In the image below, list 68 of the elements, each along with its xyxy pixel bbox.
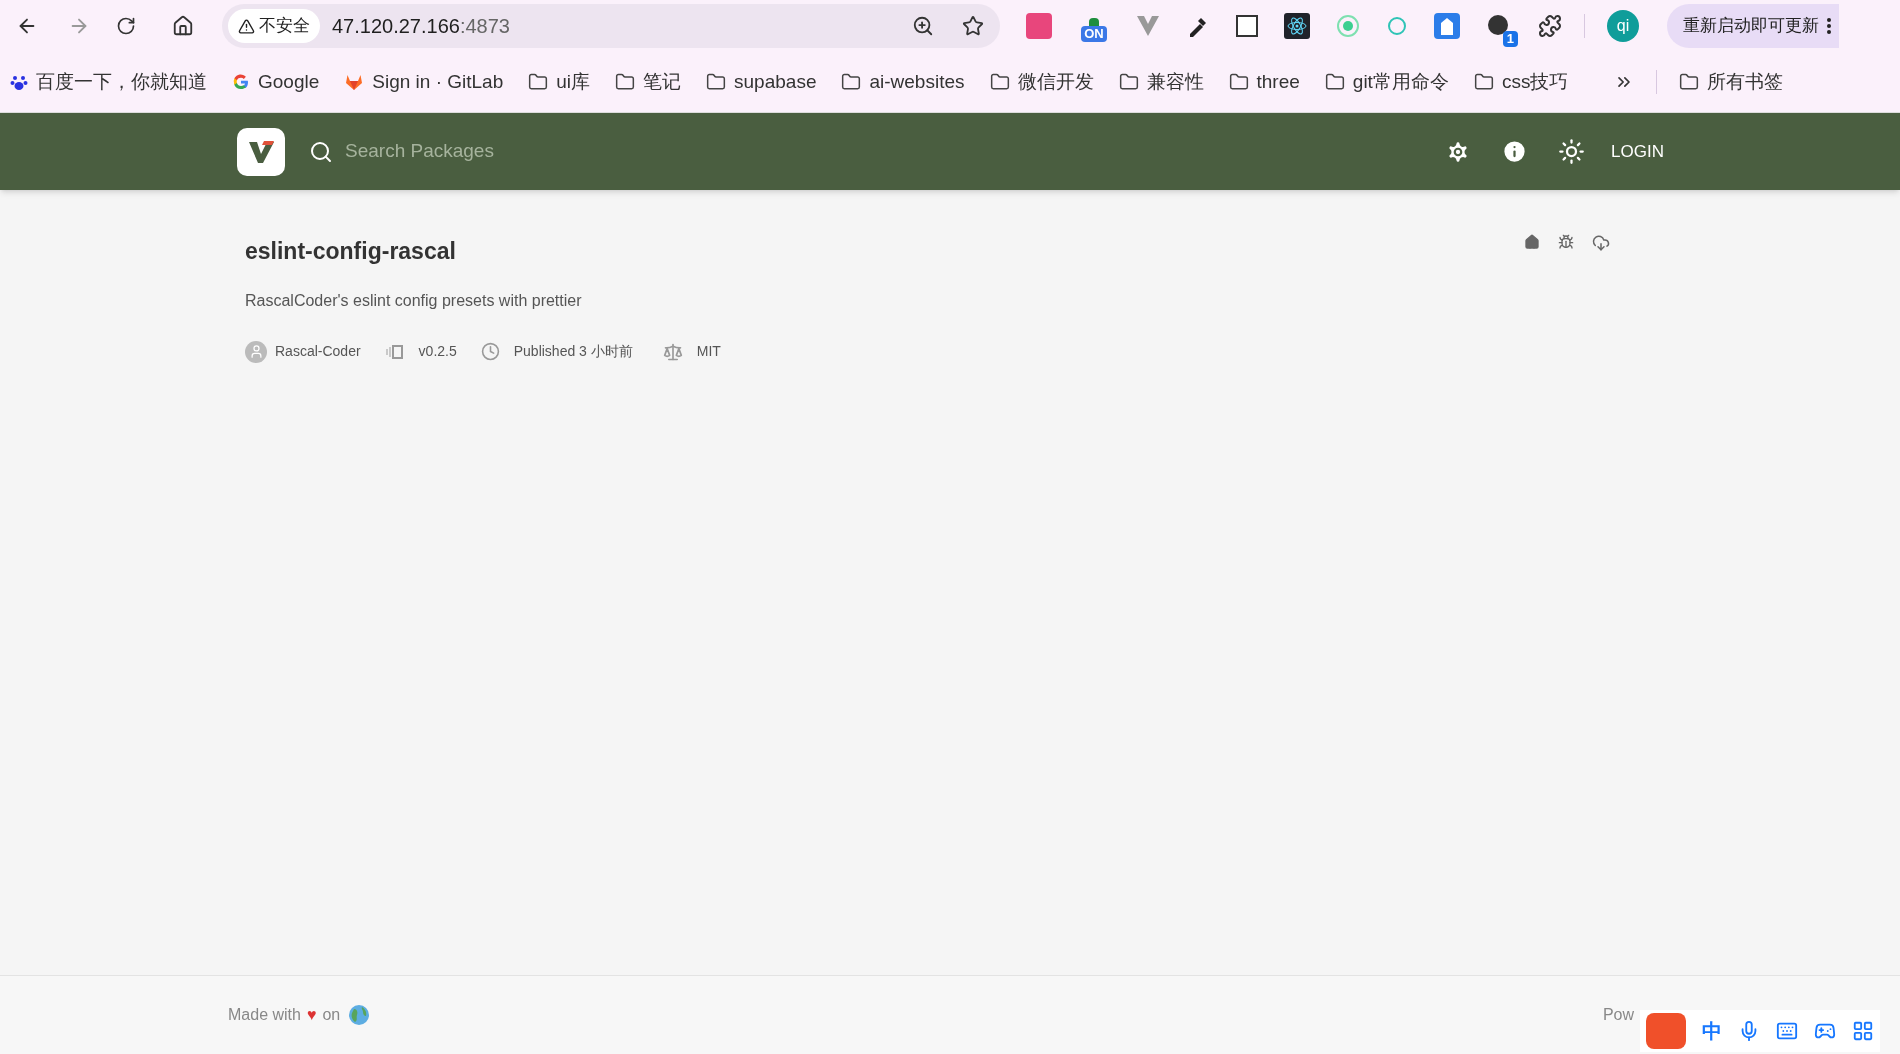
- search-field[interactable]: Search Packages: [345, 137, 745, 166]
- security-chip[interactable]: 不安全: [228, 9, 320, 43]
- bookmark-item[interactable]: supabase: [706, 67, 817, 97]
- folder-icon: [1118, 72, 1139, 92]
- package-name: eslint-config-rascal: [245, 237, 456, 266]
- fox-icon: [344, 72, 365, 92]
- bookmark-item[interactable]: ui库: [528, 67, 591, 97]
- folder-icon: [1473, 72, 1494, 92]
- clock-icon: [480, 342, 500, 361]
- notification-badge: 1: [1502, 31, 1518, 47]
- version-icon: [384, 343, 405, 360]
- bug-icon[interactable]: [1558, 234, 1574, 250]
- more-icon: [1827, 18, 1831, 34]
- scale-icon: [662, 341, 683, 362]
- login-button[interactable]: LOGIN: [1611, 138, 1664, 165]
- bookmark-item[interactable]: 兼容性: [1118, 67, 1204, 97]
- folder-icon: [1228, 72, 1249, 92]
- license-text: MIT: [696, 342, 721, 361]
- folder-icon: [1324, 72, 1345, 92]
- bookmark-item[interactable]: 所有书签: [1679, 67, 1784, 97]
- g-logo-icon: [232, 73, 250, 91]
- published-text: Published 3 小时前: [513, 342, 633, 361]
- folder-icon: [989, 72, 1010, 92]
- update-button[interactable]: 重新启动即可更新: [1667, 4, 1839, 48]
- grid-icon[interactable]: [1852, 1020, 1874, 1042]
- globe-icon: [348, 1004, 371, 1026]
- address-bar[interactable]: 不安全 47.120.27.166:4873: [222, 4, 1000, 48]
- package-description: RascalCoder's eslint config presets with prettier: [245, 290, 583, 311]
- bookmark-item[interactable]: git常用命令: [1324, 67, 1449, 97]
- security-label: 不安全: [259, 15, 310, 38]
- address-text: 47.120.27.166:4873: [332, 14, 510, 39]
- home-icon[interactable]: [172, 15, 194, 37]
- folder-icon: [528, 72, 549, 92]
- keyboard-icon[interactable]: [1776, 1020, 1798, 1042]
- folder-icon: [706, 72, 727, 92]
- zoom-icon[interactable]: [912, 15, 934, 37]
- sun-icon[interactable]: [1558, 138, 1586, 165]
- warning-icon: [238, 17, 255, 35]
- folder-icon: [615, 72, 636, 92]
- bookmark-item[interactable]: Google: [232, 67, 320, 97]
- input-mode-toggle[interactable]: 中: [1702, 1016, 1722, 1046]
- version-text: v0.2.5: [418, 342, 457, 361]
- folder-icon: [1679, 72, 1700, 92]
- search-icon: [309, 139, 333, 164]
- bookmark-item[interactable]: ai-websites: [841, 67, 965, 97]
- heart-icon: ♥: [306, 1003, 317, 1027]
- bookmark-star-icon[interactable]: [962, 15, 984, 37]
- bookmark-item[interactable]: 微信开发: [989, 67, 1094, 97]
- folder-icon: [841, 72, 862, 92]
- app-logo[interactable]: [237, 127, 285, 176]
- toggle-extension[interactable]: ON: [1078, 10, 1110, 42]
- bookmark-item[interactable]: 笔记: [615, 67, 682, 97]
- powered-text: Pow: [1602, 1005, 1634, 1025]
- v-logo-icon[interactable]: [1136, 15, 1160, 37]
- reload-icon[interactable]: [116, 16, 136, 36]
- atom-icon[interactable]: [1284, 13, 1310, 39]
- home-icon[interactable]: [1524, 234, 1540, 250]
- paw-icon: [10, 73, 28, 91]
- extensions-icon[interactable]: [1538, 14, 1562, 38]
- made-with-text: Made with: [228, 1005, 301, 1025]
- cloud-download-icon[interactable]: [1592, 234, 1610, 252]
- bookmark-item[interactable]: 百度一下，你就知道: [10, 67, 207, 97]
- author-name: Rascal-Coder: [275, 342, 361, 361]
- on-text: on: [322, 1005, 341, 1025]
- avatar-icon: [245, 340, 267, 363]
- bookmark-item[interactable]: css技巧: [1473, 67, 1569, 97]
- bookmark-item[interactable]: Sign in · GitLab: [344, 67, 504, 97]
- bookmark-item[interactable]: three: [1228, 67, 1300, 97]
